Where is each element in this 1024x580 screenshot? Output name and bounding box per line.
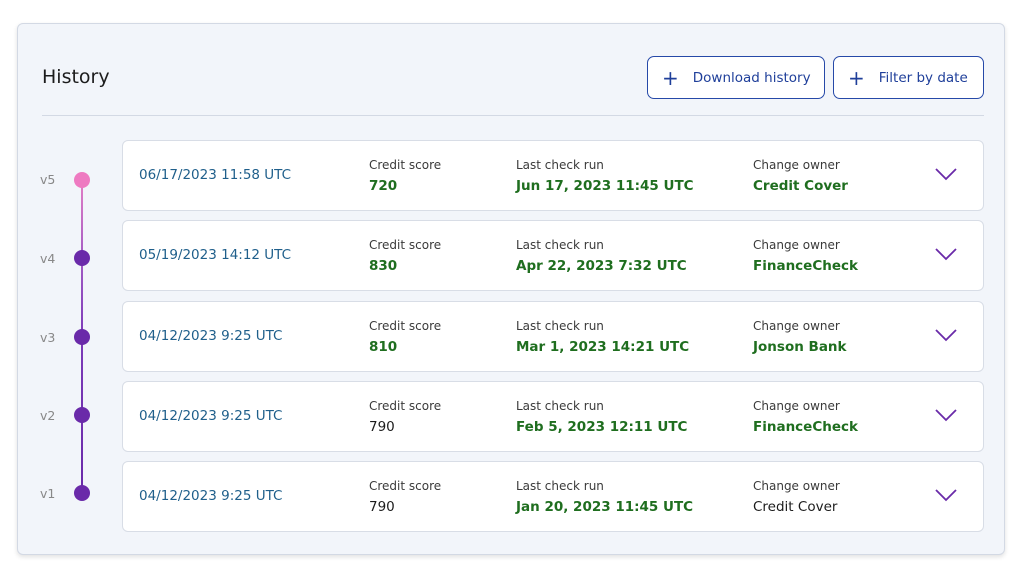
- timeline-dot: [74, 407, 90, 423]
- chevron-down-icon[interactable]: [935, 328, 957, 342]
- change-owner-label: Change owner: [753, 399, 840, 413]
- last-check-cell: Last check run Jan 20, 2023 11:45 UTC: [516, 479, 693, 516]
- credit-score-cell: Credit score 790: [369, 479, 441, 516]
- credit-score-label: Credit score: [369, 158, 442, 172]
- chevron-down-icon[interactable]: [935, 247, 957, 261]
- history-row[interactable]: 06/17/2023 11:58 UTC Credit score 720 La…: [122, 140, 984, 211]
- timeline-dot: [74, 172, 90, 188]
- version-label: v5: [40, 172, 56, 187]
- last-check-value: Feb 5, 2023 12:11 UTC: [516, 419, 688, 435]
- last-check-label: Last check run: [516, 319, 604, 333]
- header-divider: [42, 115, 984, 116]
- history-date: 04/12/2023 9:25 UTC: [139, 488, 283, 504]
- change-owner-label: Change owner: [753, 479, 840, 493]
- last-check-label: Last check run: [516, 158, 604, 172]
- download-history-label: Download history: [692, 69, 811, 86]
- change-owner-label: Change owner: [753, 319, 840, 333]
- change-owner-cell: Change owner FinanceCheck: [753, 399, 858, 436]
- last-check-value: Mar 1, 2023 14:21 UTC: [516, 339, 690, 355]
- version-label: v4: [40, 251, 56, 266]
- credit-score-label: Credit score: [369, 479, 442, 493]
- credit-score-value: 720: [369, 178, 398, 194]
- last-check-value: Apr 22, 2023 7:32 UTC: [516, 258, 687, 274]
- change-owner-value: Credit Cover: [753, 178, 848, 194]
- change-owner-value: Jonson Bank: [753, 339, 847, 355]
- version-label: v2: [40, 408, 56, 423]
- credit-score-label: Credit score: [369, 319, 442, 333]
- credit-score-value: 810: [369, 339, 398, 355]
- change-owner-label: Change owner: [753, 238, 840, 252]
- chevron-down-icon[interactable]: [935, 488, 957, 502]
- filter-by-date-button[interactable]: + Filter by date: [833, 56, 984, 99]
- credit-score-cell: Credit score 720: [369, 158, 441, 195]
- change-owner-value: Credit Cover: [753, 499, 838, 515]
- credit-score-cell: Credit score 830: [369, 238, 441, 275]
- last-check-cell: Last check run Mar 1, 2023 14:21 UTC: [516, 319, 689, 356]
- last-check-value: Jun 17, 2023 11:45 UTC: [516, 178, 694, 194]
- change-owner-value: FinanceCheck: [753, 258, 858, 274]
- history-date: 04/12/2023 9:25 UTC: [139, 328, 283, 344]
- last-check-label: Last check run: [516, 399, 604, 413]
- last-check-cell: Last check run Jun 17, 2023 11:45 UTC: [516, 158, 694, 195]
- last-check-cell: Last check run Apr 22, 2023 7:32 UTC: [516, 238, 687, 275]
- history-row[interactable]: 04/12/2023 9:25 UTC Credit score 790 Las…: [122, 461, 984, 532]
- credit-score-cell: Credit score 810: [369, 319, 441, 356]
- change-owner-value: FinanceCheck: [753, 419, 858, 435]
- credit-score-value: 830: [369, 258, 398, 274]
- last-check-value: Jan 20, 2023 11:45 UTC: [516, 499, 694, 515]
- last-check-label: Last check run: [516, 479, 604, 493]
- change-owner-label: Change owner: [753, 158, 840, 172]
- filter-by-date-label: Filter by date: [878, 69, 968, 86]
- change-owner-cell: Change owner Credit Cover: [753, 479, 840, 516]
- history-row[interactable]: 04/12/2023 9:25 UTC Credit score 790 Las…: [122, 381, 984, 452]
- history-date: 04/12/2023 9:25 UTC: [139, 408, 283, 424]
- last-check-cell: Last check run Feb 5, 2023 12:11 UTC: [516, 399, 687, 436]
- history-row[interactable]: 05/19/2023 14:12 UTC Credit score 830 La…: [122, 220, 984, 291]
- history-date: 06/17/2023 11:58 UTC: [139, 167, 292, 183]
- history-date: 05/19/2023 14:12 UTC: [139, 247, 292, 263]
- credit-score-value: 790: [369, 499, 395, 515]
- credit-score-label: Credit score: [369, 399, 442, 413]
- credit-score-value: 790: [369, 419, 395, 435]
- plus-icon: +: [848, 65, 865, 90]
- timeline-dot: [74, 485, 90, 501]
- plus-icon: +: [662, 65, 679, 90]
- page-title: History: [42, 66, 110, 88]
- timeline-dot: [74, 329, 90, 345]
- credit-score-label: Credit score: [369, 238, 442, 252]
- download-history-button[interactable]: + Download history: [647, 56, 825, 99]
- change-owner-cell: Change owner Jonson Bank: [753, 319, 847, 356]
- chevron-down-icon[interactable]: [935, 167, 957, 181]
- credit-score-cell: Credit score 790: [369, 399, 441, 436]
- change-owner-cell: Change owner FinanceCheck: [753, 238, 858, 275]
- last-check-label: Last check run: [516, 238, 604, 252]
- chevron-down-icon[interactable]: [935, 408, 957, 422]
- change-owner-cell: Change owner Credit Cover: [753, 158, 848, 195]
- history-row[interactable]: 04/12/2023 9:25 UTC Credit score 810 Las…: [122, 301, 984, 372]
- timeline-dot: [74, 250, 90, 266]
- history-panel: History + Download history + Filter by d…: [17, 23, 1005, 555]
- version-label: v3: [40, 330, 56, 345]
- version-label: v1: [40, 486, 56, 501]
